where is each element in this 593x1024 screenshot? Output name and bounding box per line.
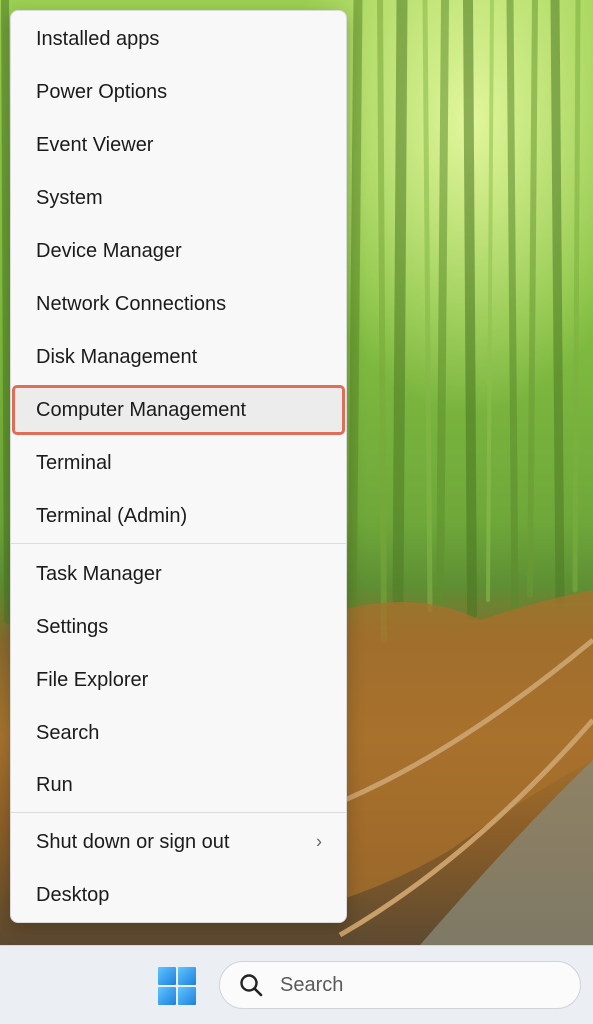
menu-item-file-explorer[interactable]: File Explorer [15, 658, 342, 702]
windows-logo-icon [158, 967, 196, 1005]
menu-item-label: File Explorer [36, 668, 149, 691]
menu-item-label: System [36, 186, 103, 209]
menu-item-label: Search [36, 721, 100, 744]
menu-item-label: Settings [36, 615, 109, 638]
search-icon [240, 974, 263, 997]
menu-item-shut-down-or-sign-out[interactable]: Shut down or sign out › [15, 820, 342, 864]
menu-item-system[interactable]: System [15, 176, 342, 220]
menu-item-label: Terminal [36, 451, 112, 474]
menu-item-label: Power Options [36, 80, 168, 103]
menu-item-label: Computer Management [36, 398, 247, 421]
search-placeholder: Search [280, 973, 344, 996]
menu-item-terminal-admin[interactable]: Terminal (Admin) [15, 494, 342, 538]
menu-item-power-options[interactable]: Power Options [15, 70, 342, 114]
taskbar-search-box[interactable]: Search [219, 961, 581, 1009]
menu-item-search[interactable]: Search [15, 711, 342, 755]
menu-item-computer-management[interactable]: Computer Management [12, 385, 345, 435]
menu-item-label: Network Connections [36, 292, 227, 315]
menu-item-device-manager[interactable]: Device Manager [15, 229, 342, 273]
menu-item-label: Desktop [36, 883, 110, 906]
menu-item-label: Disk Management [36, 345, 198, 368]
menu-item-settings[interactable]: Settings [15, 605, 342, 649]
menu-separator [11, 543, 346, 544]
menu-item-terminal[interactable]: Terminal [15, 441, 342, 485]
menu-item-label: Run [36, 773, 73, 796]
menu-item-desktop[interactable]: Desktop [15, 873, 342, 917]
menu-separator [11, 812, 346, 813]
menu-item-label: Shut down or sign out [36, 830, 230, 853]
menu-item-network-connections[interactable]: Network Connections [15, 282, 342, 326]
menu-item-label: Installed apps [36, 27, 160, 50]
menu-item-label: Device Manager [36, 239, 182, 262]
quick-link-context-menu: Installed apps Power Options Event Viewe… [10, 10, 347, 923]
menu-item-label: Terminal (Admin) [36, 504, 188, 527]
menu-item-disk-management[interactable]: Disk Management [15, 335, 342, 379]
menu-item-task-manager[interactable]: Task Manager [15, 552, 342, 596]
menu-item-label: Task Manager [36, 562, 162, 585]
taskbar: Search [0, 945, 593, 1024]
start-button[interactable] [153, 964, 201, 1008]
menu-item-run[interactable]: Run [15, 763, 342, 807]
menu-item-installed-apps[interactable]: Installed apps [15, 17, 342, 61]
menu-item-label: Event Viewer [36, 133, 154, 156]
menu-item-event-viewer[interactable]: Event Viewer [15, 123, 342, 167]
chevron-right-icon: › [316, 831, 322, 852]
